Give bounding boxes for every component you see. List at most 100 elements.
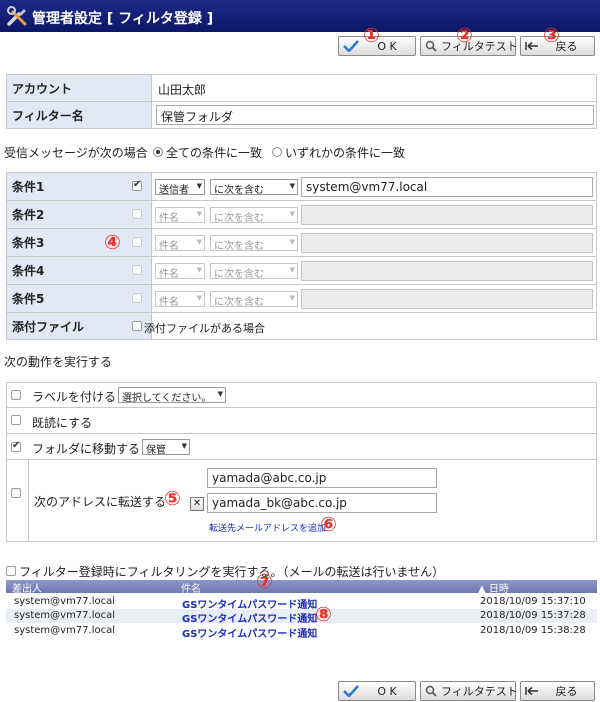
page-title: 管理者設定 [ フィルタ登録 ]	[32, 11, 214, 27]
list-item-date: 2018/10/09 15:38:28	[480, 625, 586, 636]
back-arrow-icon	[525, 686, 538, 696]
condition-checkbox[interactable]	[132, 293, 142, 303]
add-forward-address-link[interactable]: 転送先メールアドレスを追加	[209, 521, 326, 534]
forward-address-input[interactable]: yamada@abc.co.jp	[207, 468, 437, 488]
account-label: アカウント	[7, 75, 152, 101]
condition-row-4: 条件4 件名 に次を含む	[6, 256, 597, 285]
back-button-label: 戻る	[555, 40, 578, 53]
mark-read-text: 既読にする	[32, 416, 93, 430]
account-value: 山田太郎	[158, 83, 207, 97]
actions-heading: 次の動作を実行する	[4, 355, 113, 369]
list-item-sender: system@vm77.local	[14, 610, 116, 621]
condition-label: 条件3	[7, 229, 152, 256]
action-row-forward: 次のアドレスに転送する yamada@abc.co.jp ✕ yamada_bk…	[6, 459, 597, 542]
match-all-label[interactable]: 全ての条件に一致	[166, 144, 262, 161]
condition-operator-select[interactable]: に次を含む	[210, 291, 298, 307]
ok-button-bottom[interactable]: O K	[338, 681, 416, 701]
condition-label: 条件1	[7, 173, 152, 200]
list-item[interactable]: system@vm77.local GSワンタイムパスワード通知 2018/10…	[6, 609, 597, 625]
back-arrow-icon	[525, 41, 538, 51]
ok-button-label: O K	[377, 39, 397, 53]
condition-value-input[interactable]	[301, 233, 593, 253]
action-row-read: 既読にする	[6, 407, 597, 434]
condition-operator-select[interactable]: に次を含む	[210, 235, 298, 251]
move-text: フォルダに移動する	[32, 442, 141, 456]
list-item-date: 2018/10/09 15:37:28	[480, 610, 586, 621]
condition-field-select[interactable]: 送信者	[155, 179, 205, 195]
check-icon	[343, 40, 359, 52]
list-item-sender: system@vm77.local	[14, 625, 116, 636]
mark-read-checkbox[interactable]	[11, 415, 21, 425]
forward-address-input[interactable]: yamada_bk@abc.co.jp	[207, 493, 437, 513]
run-filter-checkbox[interactable]	[6, 566, 16, 576]
attachment-row: 添付ファイル 添付ファイルがある場合	[6, 312, 597, 340]
ok-button-top[interactable]: O K	[338, 36, 416, 56]
tools-icon	[7, 6, 27, 26]
condition-checkbox[interactable]	[132, 237, 142, 247]
condition-label: 条件4	[7, 257, 152, 284]
close-icon: ✕	[192, 498, 202, 509]
condition-value-input[interactable]: system@vm77.local	[301, 177, 593, 197]
condition-operator-select[interactable]: に次を含む	[210, 263, 298, 279]
back-button-bottom[interactable]: 戻る	[520, 681, 595, 701]
condition-checkbox[interactable]	[132, 179, 142, 191]
condition-value-input[interactable]	[301, 289, 593, 309]
attachment-option-label[interactable]: 添付ファイルがある場合	[144, 320, 265, 336]
condition-value-input[interactable]	[301, 261, 593, 281]
run-filter-text[interactable]: フィルター登録時にフィルタリングを実行する。（メールの転送は行いません）	[19, 563, 444, 580]
sender-column-header[interactable]: 差出人	[12, 580, 42, 595]
list-item-subject[interactable]: GSワンタイムパスワード通知	[182, 610, 317, 625]
condition-field-select[interactable]: 件名	[155, 235, 205, 251]
back-button-label: 戻る	[555, 685, 578, 698]
date-column-header[interactable]: ▲ 日時	[478, 580, 509, 595]
list-item-subject[interactable]: GSワンタイムパスワード通知	[182, 625, 317, 640]
condition-row-5: 条件5 件名 に次を含む	[6, 284, 597, 313]
condition-row-1: 条件1 送信者 に次を含む system@vm77.local	[6, 172, 597, 201]
forward-text: 次のアドレスに転送する	[34, 495, 167, 509]
filter-test-button-label: フィルタテスト	[441, 40, 518, 53]
result-list-header: 差出人 件名 ▲ 日時	[6, 580, 597, 595]
attachment-checkbox[interactable]	[132, 321, 142, 331]
filter-test-button-label: フィルタテスト	[441, 685, 518, 698]
magnifier-icon	[425, 685, 437, 697]
match-any-label[interactable]: いずれかの条件に一致	[285, 144, 405, 161]
list-item[interactable]: system@vm77.local GSワンタイムパスワード通知 2018/10…	[6, 595, 597, 611]
condition-row-3: 条件3 件名 に次を含む	[6, 228, 597, 257]
condition-label: 条件2	[7, 201, 152, 228]
attachment-label: 添付ファイル	[7, 313, 152, 339]
condition-operator-select[interactable]: に次を含む	[210, 207, 298, 223]
filter-test-button-bottom[interactable]: フィルタテスト	[420, 681, 518, 701]
match-any-radio[interactable]	[272, 147, 282, 157]
label-action-text: ラベルを付ける	[32, 390, 117, 404]
condition-field-select[interactable]: 件名	[155, 291, 205, 307]
action-row-move: フォルダに移動する 保管	[6, 433, 597, 460]
forward-checkbox[interactable]	[11, 488, 21, 498]
check-icon	[343, 685, 359, 697]
condition-label: 条件5	[7, 285, 152, 312]
list-item[interactable]: system@vm77.local GSワンタイムパスワード通知 2018/10…	[6, 624, 597, 640]
back-button-top[interactable]: 戻る	[520, 36, 595, 56]
condition-checkbox[interactable]	[132, 265, 142, 275]
list-item-sender: system@vm77.local	[14, 596, 116, 607]
condition-row-2: 条件2 件名 に次を含む	[6, 200, 597, 229]
list-item-date: 2018/10/09 15:37:10	[480, 596, 586, 607]
condition-value-input[interactable]	[301, 205, 593, 225]
filter-test-button-top[interactable]: フィルタテスト	[420, 36, 518, 56]
condition-operator-select[interactable]: に次を含む	[210, 179, 298, 195]
condition-field-select[interactable]: 件名	[155, 207, 205, 223]
label-select[interactable]: 選択してください。	[118, 387, 226, 403]
action-row-label: ラベルを付ける 選択してください。	[6, 382, 597, 408]
condition-field-select[interactable]: 件名	[155, 263, 205, 279]
magnifier-icon	[425, 40, 437, 52]
match-all-radio[interactable]	[153, 147, 163, 157]
condition-checkbox[interactable]	[132, 209, 142, 219]
subject-column-header[interactable]: 件名	[181, 580, 201, 595]
label-action-checkbox[interactable]	[11, 390, 21, 400]
match-label: 受信メッセージが次の場合	[4, 146, 148, 160]
remove-address-button[interactable]: ✕	[190, 497, 204, 511]
account-row: アカウント 山田太郎	[6, 74, 597, 102]
move-folder-select[interactable]: 保管	[142, 439, 190, 455]
filter-name-input[interactable]: 保管フォルダ	[156, 105, 594, 125]
move-checkbox[interactable]	[11, 440, 21, 452]
title-bar: 管理者設定 [ フィルタ登録 ]	[0, 0, 600, 32]
